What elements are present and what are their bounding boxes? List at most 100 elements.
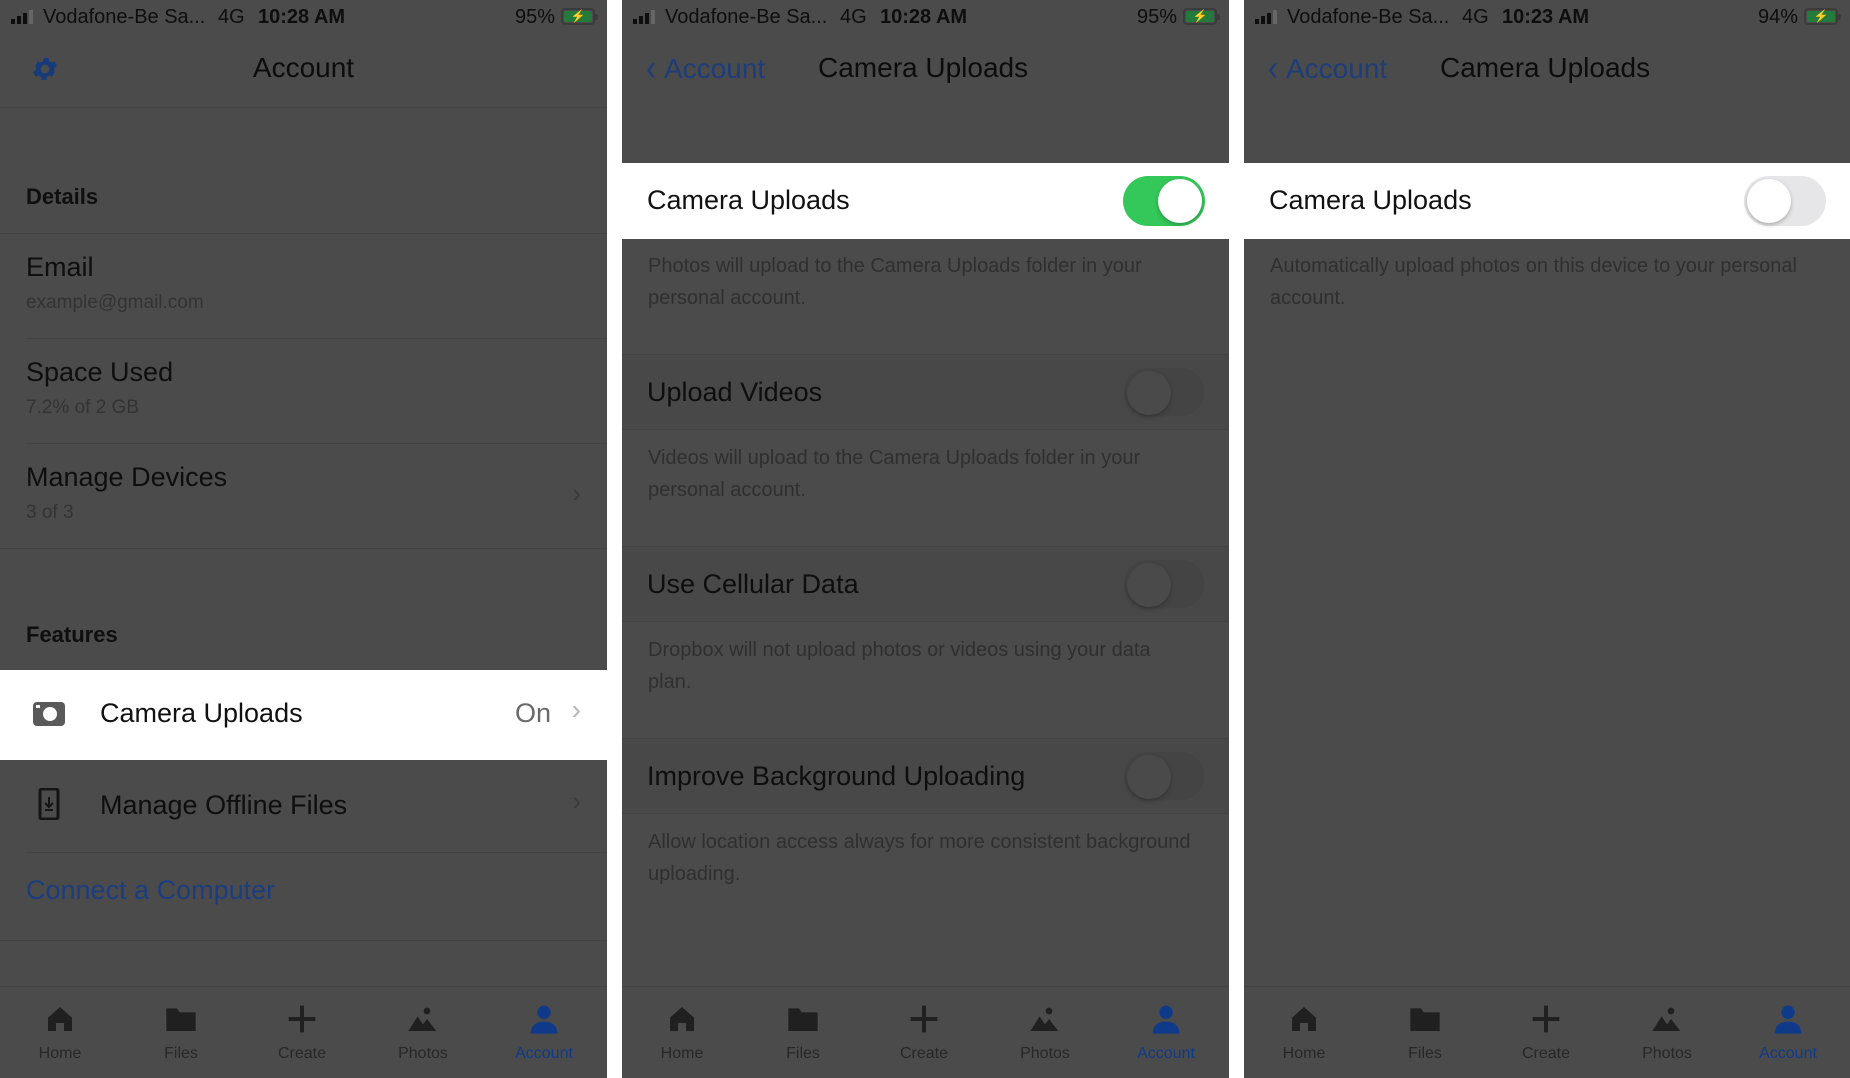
photos-icon <box>1030 1007 1059 1031</box>
section-header-details: Details <box>26 184 99 209</box>
tab-bar: Home Files Create Photos Account <box>0 986 607 1078</box>
tab-bar: Home Files Create Photos Account <box>622 986 1229 1078</box>
battery-icon: ⚡ <box>1804 8 1841 25</box>
connect-computer-link[interactable]: Connect a Computer <box>26 875 275 906</box>
back-label: Account <box>1286 53 1388 84</box>
offline-files-row[interactable]: Manage Offline Files › <box>0 760 607 852</box>
tab-photos[interactable]: Photos <box>373 999 473 1063</box>
tab-create[interactable]: Create <box>874 999 974 1063</box>
camera-uploads-screen-on: Vodafone-Be Sa... 4G 10:28 AM 95% ⚡ ‹ Ac… <box>622 0 1229 1078</box>
page-title: Camera Uploads <box>1440 52 1651 83</box>
tab-bar: Home Files Create Photos Account <box>1244 986 1850 1078</box>
camera-uploads-screen-off: Vodafone-Be Sa... 4G 10:23 AM 94% ⚡ ‹ Ac… <box>1244 0 1850 1078</box>
battery-icon: ⚡ <box>1183 8 1220 25</box>
network-type: 4G <box>1462 6 1489 28</box>
photos-icon <box>408 1007 437 1031</box>
clock: 10:28 AM <box>880 6 968 28</box>
tab-label: Home <box>660 1045 704 1062</box>
divider <box>0 548 607 549</box>
back-button[interactable]: ‹ Account <box>1268 49 1388 89</box>
person-icon <box>1152 1005 1180 1034</box>
setting-description: Automatically upload photos on this devi… <box>1270 255 1797 309</box>
nav-bar: ‹ Account Camera Uploads <box>622 40 1229 108</box>
background-uploading-toggle[interactable] <box>1123 751 1205 801</box>
chevron-right-icon: › <box>572 786 581 816</box>
tab-label: Account <box>1137 1045 1195 1062</box>
setting-description: Photos will upload to the Camera Uploads… <box>648 255 1142 309</box>
setting-description: Videos will upload to the Camera Uploads… <box>648 447 1141 501</box>
space-used-row: Space Used 7.2% of 2 GB <box>0 339 607 443</box>
tab-label: Files <box>1408 1045 1442 1062</box>
camera-uploads-toggle[interactable] <box>1744 176 1826 226</box>
home-icon <box>670 1007 694 1031</box>
setting-label: Improve Background Uploading <box>647 761 1026 791</box>
account-screen: Vodafone-Be Sa... 4G 10:28 AM 95% ⚡ Acco… <box>0 0 607 1078</box>
carrier-name: Vodafone-Be Sa... <box>1287 6 1450 28</box>
tab-account[interactable]: Account <box>1116 999 1216 1063</box>
battery-percent: 95% <box>514 6 555 28</box>
person-icon <box>1774 1005 1802 1034</box>
tab-home[interactable]: Home <box>632 999 732 1063</box>
tab-label: Photos <box>398 1045 448 1062</box>
clock: 10:28 AM <box>258 6 346 28</box>
tab-create[interactable]: Create <box>252 999 352 1063</box>
plus-icon <box>910 1005 938 1033</box>
tab-account[interactable]: Account <box>1738 999 1838 1063</box>
tab-label: Create <box>1521 1045 1571 1062</box>
home-icon <box>1292 1007 1316 1031</box>
tab-photos[interactable]: Photos <box>995 999 1095 1063</box>
upload-videos-toggle[interactable] <box>1123 367 1205 417</box>
network-type: 4G <box>218 6 245 28</box>
page-title: Account <box>252 52 355 83</box>
space-used-label: Space Used <box>26 357 174 387</box>
offline-files-label: Manage Offline Files <box>100 790 348 820</box>
person-icon <box>530 1005 558 1034</box>
tab-home[interactable]: Home <box>10 999 110 1063</box>
status-bar: Vodafone-Be Sa... 4G 10:23 AM 94% ⚡ <box>1244 0 1850 34</box>
plus-icon <box>1532 1005 1560 1033</box>
manage-devices-value: 3 of 3 <box>26 502 74 523</box>
chevron-right-icon: › <box>571 694 581 725</box>
divider <box>0 940 607 941</box>
tab-files[interactable]: Files <box>131 999 231 1063</box>
tab-files[interactable]: Files <box>1375 999 1475 1063</box>
tab-photos[interactable]: Photos <box>1617 999 1717 1063</box>
nav-bar: ‹ Account Camera Uploads <box>1244 40 1850 108</box>
nav-bar: Account <box>0 40 607 108</box>
status-bar: Vodafone-Be Sa... 4G 10:28 AM 95% ⚡ <box>0 0 607 34</box>
cellular-data-toggle[interactable] <box>1123 559 1205 609</box>
tab-account[interactable]: Account <box>494 999 594 1063</box>
folder-icon <box>788 1008 818 1031</box>
camera-uploads-status: On <box>514 698 551 728</box>
tab-files[interactable]: Files <box>753 999 853 1063</box>
manage-devices-row[interactable]: Manage Devices 3 of 3 › <box>0 444 607 548</box>
chevron-left-icon: ‹ <box>1268 48 1278 89</box>
camera-uploads-label: Camera Uploads <box>100 698 303 728</box>
back-button[interactable]: ‹ Account <box>646 49 766 89</box>
tab-label: Account <box>1759 1045 1817 1062</box>
battery-icon: ⚡ <box>561 8 598 25</box>
setting-row-camera-uploads: Camera Uploads <box>622 163 1229 239</box>
setting-row-cellular-data: Use Cellular Data <box>622 546 1229 622</box>
divider <box>26 852 607 853</box>
page-title: Camera Uploads <box>818 52 1029 83</box>
tab-label: Create <box>277 1045 327 1062</box>
space-used-value: 7.2% of 2 GB <box>26 397 140 418</box>
section-header-features: Features <box>26 622 118 647</box>
tab-home[interactable]: Home <box>1254 999 1354 1063</box>
camera-uploads-toggle[interactable] <box>1123 176 1205 226</box>
tab-create[interactable]: Create <box>1496 999 1596 1063</box>
chevron-left-icon: ‹ <box>646 48 656 89</box>
email-row: Email example@gmail.com <box>0 234 607 338</box>
email-value: example@gmail.com <box>26 292 204 313</box>
carrier-name: Vodafone-Be Sa... <box>43 6 206 28</box>
plus-icon <box>288 1005 316 1033</box>
back-label: Account <box>664 53 766 84</box>
tab-label: Photos <box>1020 1045 1070 1062</box>
battery-percent: 95% <box>1136 6 1177 28</box>
camera-uploads-row[interactable]: Camera Uploads On › <box>0 670 607 760</box>
home-icon <box>48 1007 72 1031</box>
signal-icon <box>1255 10 1277 24</box>
setting-row-camera-uploads: Camera Uploads <box>1244 163 1850 239</box>
offline-files-icon <box>38 788 60 820</box>
